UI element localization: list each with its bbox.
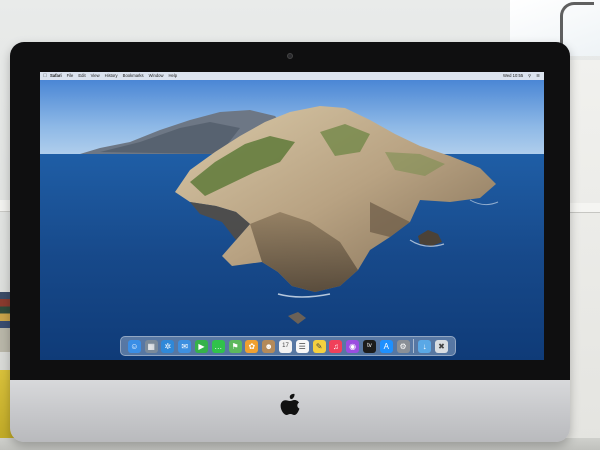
apple-logo-icon [280,393,300,415]
menu-view[interactable]: View [91,72,100,80]
podcasts-icon[interactable]: ◉ [346,339,360,353]
messages-icon[interactable]: … [211,339,225,353]
spotlight-icon[interactable]: ⚲ [528,72,531,80]
calendar-icon[interactable]: 17 [278,339,292,353]
menu-bookmarks[interactable]: Bookmarks [123,72,144,80]
camera [287,53,293,59]
menu-bar:  Safari File Edit View History Bookmark… [40,72,544,80]
imac-computer:  Safari File Edit View History Bookmark… [10,42,570,442]
menu-app-name[interactable]: Safari [50,72,62,80]
desktop-wallpaper [40,72,544,360]
finder-icon[interactable]: ☺ [127,339,141,353]
dock-separator [413,339,415,353]
control-list-icon[interactable]: ☰ [536,72,540,80]
reminders-icon[interactable]: ☰ [295,339,309,353]
menu-history[interactable]: History [105,72,118,80]
dock: ☺ ▦ ✲ ✉ ▶… ⚑ ✿ ☻ 17 ☰ ✎ ♫ ◉ tv A ⚙ ↓ ✖ [120,336,456,356]
notes-icon[interactable]: ✎ [312,339,326,353]
launchpad-icon[interactable]: ▦ [144,339,158,353]
maps-icon[interactable]: ⚑ [228,339,242,353]
menu-bar-clock[interactable]: Wed 10:55 [503,72,523,80]
system-preferences-icon[interactable]: ⚙ [396,339,410,353]
safari-icon[interactable]: ✲ [161,339,175,353]
mail-icon[interactable]: ✉ [178,339,192,353]
menu-bar-status-area: Wed 10:55 ⚲ ☰ [498,72,544,80]
app-store-icon[interactable]: A [379,339,393,353]
apple-menu-icon[interactable]:  [40,72,50,80]
contacts-icon[interactable]: ☻ [262,339,276,353]
photos-icon[interactable]: ✿ [245,339,259,353]
music-icon[interactable]: ♫ [329,339,343,353]
trash-icon[interactable]: ✖ [434,339,448,353]
menu-file[interactable]: File [67,72,74,80]
display-bezel:  Safari File Edit View History Bookmark… [10,42,570,380]
menu-edit[interactable]: Edit [78,72,85,80]
downloads-folder-icon[interactable]: ↓ [418,339,432,353]
menu-help[interactable]: Help [169,72,178,80]
tv-icon[interactable]: tv [362,339,376,353]
facetime-icon[interactable]: ▶ [194,339,208,353]
desktop-screen:  Safari File Edit View History Bookmark… [40,72,544,360]
menu-window[interactable]: Window [149,72,164,80]
